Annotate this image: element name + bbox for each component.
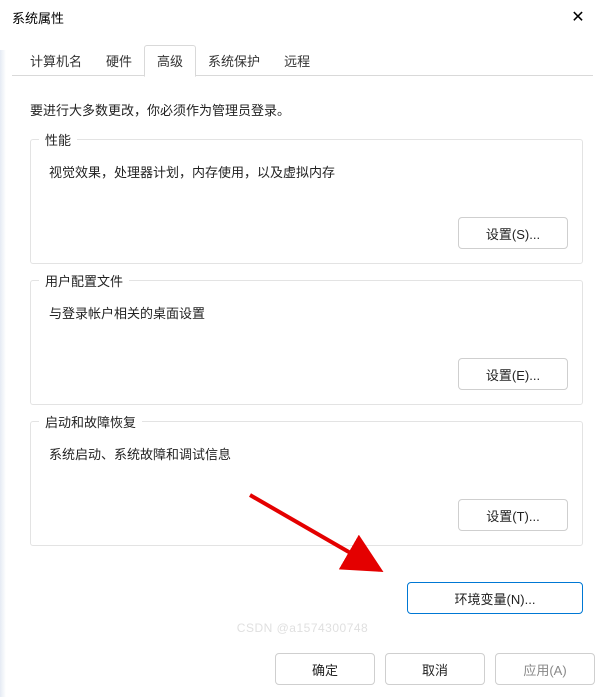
performance-settings-button[interactable]: 设置(S)... <box>458 217 568 249</box>
close-icon: ✕ <box>571 7 584 27</box>
ok-button[interactable]: 确定 <box>275 653 375 685</box>
admin-notice: 要进行大多数更改，你必须作为管理员登录。 <box>30 100 583 119</box>
performance-legend: 性能 <box>39 130 77 149</box>
userprofile-desc: 与登录帐户相关的桌面设置 <box>45 295 568 338</box>
performance-desc: 视觉效果，处理器计划，内存使用，以及虚拟内存 <box>45 154 568 197</box>
csdn-watermark: CSDN @a1574300748 <box>237 621 368 635</box>
tab-hardware[interactable]: 硬件 <box>94 46 144 76</box>
titlebar: 系统属性 ✕ <box>0 0 605 34</box>
userprofile-settings-button[interactable]: 设置(E)... <box>458 358 568 390</box>
apply-button[interactable]: 应用(A) <box>495 653 595 685</box>
close-button[interactable]: ✕ <box>555 2 601 32</box>
cancel-button[interactable]: 取消 <box>385 653 485 685</box>
tab-system-protection[interactable]: 系统保护 <box>196 46 272 76</box>
startup-group: 启动和故障恢复 系统启动、系统故障和调试信息 设置(T)... <box>30 421 583 546</box>
window-title: 系统属性 <box>12 8 64 27</box>
tab-remote[interactable]: 远程 <box>272 46 322 76</box>
tab-computer-name[interactable]: 计算机名 <box>18 46 94 76</box>
startup-settings-button[interactable]: 设置(T)... <box>458 499 568 531</box>
startup-legend: 启动和故障恢复 <box>39 412 142 431</box>
environment-variables-button[interactable]: 环境变量(N)... <box>407 582 583 614</box>
userprofile-group: 用户配置文件 与登录帐户相关的桌面设置 设置(E)... <box>30 280 583 405</box>
tab-advanced[interactable]: 高级 <box>144 45 196 77</box>
advanced-panel: 要进行大多数更改，你必须作为管理员登录。 性能 视觉效果，处理器计划，内存使用，… <box>0 76 605 576</box>
performance-group: 性能 视觉效果，处理器计划，内存使用，以及虚拟内存 设置(S)... <box>30 139 583 264</box>
tab-row: 计算机名 硬件 高级 系统保护 远程 <box>0 48 605 76</box>
dialog-footer: 确定 取消 应用(A) <box>275 653 605 685</box>
userprofile-legend: 用户配置文件 <box>39 271 129 290</box>
startup-desc: 系统启动、系统故障和调试信息 <box>45 436 568 479</box>
